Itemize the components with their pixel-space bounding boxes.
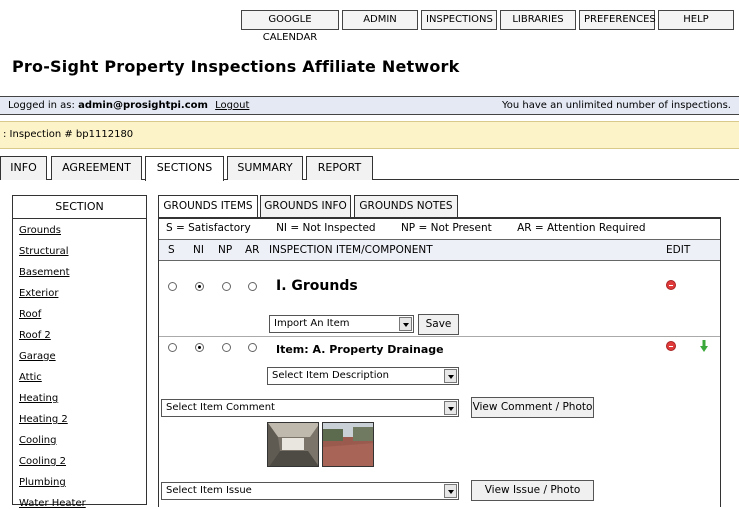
- logout-link[interactable]: Logout: [215, 100, 249, 111]
- preferences-button[interactable]: PREFERENCES: [579, 10, 656, 30]
- legend-satisfactory: S = Satisfactory: [166, 222, 251, 234]
- item-name: Item: A. Property Drainage: [276, 343, 444, 356]
- item-rating-ni-radio[interactable]: [195, 343, 204, 352]
- chevron-down-icon: [444, 484, 457, 498]
- delete-icon[interactable]: [666, 341, 676, 351]
- sidebar-item-cooling[interactable]: Cooling: [19, 435, 56, 446]
- section-name: I. Grounds: [276, 278, 358, 294]
- column-component: INSPECTION ITEM/COMPONENT: [269, 244, 433, 256]
- item-issue-select-value: Select Item Issue: [166, 485, 252, 496]
- item-issue-select[interactable]: Select Item Issue: [161, 482, 459, 500]
- column-ni: NI: [193, 244, 204, 256]
- item-comment-select-value: Select Item Comment: [166, 402, 275, 413]
- login-info: Logged in as: admin@prosightpi.com Logou…: [8, 97, 249, 114]
- column-np: NP: [218, 244, 233, 256]
- item-rating-ar-radio[interactable]: [248, 343, 257, 352]
- view-issue-photo-button[interactable]: View Issue / Photo: [471, 480, 594, 501]
- sidebar-item-exterior[interactable]: Exterior: [19, 288, 58, 299]
- section-sidebar: SECTION Grounds Structural Basement Exte…: [12, 195, 147, 509]
- section-rating-ni-radio[interactable]: [195, 282, 204, 291]
- section-rating-s-radio[interactable]: [168, 282, 177, 291]
- delete-icon[interactable]: [666, 280, 676, 290]
- tab-sections[interactable]: SECTIONS: [145, 156, 224, 181]
- help-button[interactable]: HELP: [658, 10, 734, 30]
- item-description-select[interactable]: Select Item Description: [267, 367, 459, 385]
- legend-not-inspected: NI = Not Inspected: [276, 222, 376, 234]
- sidebar-item-cooling-2[interactable]: Cooling 2: [19, 456, 66, 467]
- google-calendar-button[interactable]: GOOGLE CALENDAR: [241, 10, 339, 43]
- rating-legend: S = Satisfactory NI = Not Inspected NP =…: [166, 222, 668, 234]
- section-rating-np-radio[interactable]: [222, 282, 231, 291]
- sidebar-item-garage[interactable]: Garage: [19, 351, 56, 362]
- sidebar-item-heating[interactable]: Heating: [19, 393, 58, 404]
- item-rating-s-radio[interactable]: [168, 343, 177, 352]
- item-rating-np-radio[interactable]: [222, 343, 231, 352]
- tab-grounds-info[interactable]: GROUNDS INFO: [260, 195, 351, 218]
- tab-grounds-notes[interactable]: GROUNDS NOTES: [354, 195, 458, 218]
- sidebar-item-plumbing[interactable]: Plumbing: [19, 477, 66, 488]
- row-divider: [159, 336, 720, 337]
- tab-grounds-items[interactable]: GROUNDS ITEMS: [158, 195, 258, 218]
- admin-button[interactable]: ADMIN: [342, 10, 418, 30]
- page-title: Pro-Sight Property Inspections Affiliate…: [12, 57, 460, 76]
- import-item-select-value: Import An Item: [274, 318, 350, 329]
- legend-attention-required: AR = Attention Required: [517, 222, 646, 234]
- comment-photo-thumbnail-2[interactable]: [322, 422, 374, 467]
- move-down-icon[interactable]: [700, 340, 708, 352]
- sidebar-header: SECTION: [13, 196, 146, 219]
- sidebar-item-water-heater[interactable]: Water Heater: [19, 498, 86, 509]
- tab-agreement[interactable]: AGREEMENT: [51, 156, 142, 180]
- section-rating-ar-radio[interactable]: [248, 282, 257, 291]
- view-comment-photo-button[interactable]: View Comment / Photo: [471, 397, 594, 418]
- legend-not-present: NP = Not Present: [400, 222, 492, 234]
- login-bar: Logged in as: admin@prosightpi.com Logou…: [0, 96, 739, 115]
- column-headers: S NI NP AR INSPECTION ITEM/COMPONENT EDI…: [159, 239, 720, 261]
- item-comment-select[interactable]: Select Item Comment: [161, 399, 459, 417]
- chevron-down-icon: [399, 317, 412, 331]
- column-edit: EDIT: [666, 244, 691, 256]
- column-s: S: [168, 244, 175, 256]
- tab-summary[interactable]: SUMMARY: [227, 156, 303, 180]
- top-navigation: GOOGLE CALENDAR ADMIN INSPECTIONS LIBRAR…: [241, 10, 734, 43]
- chevron-down-icon: [444, 401, 457, 415]
- tab-report[interactable]: REPORT: [306, 156, 373, 180]
- import-item-select[interactable]: Import An Item: [269, 315, 414, 333]
- inspections-button[interactable]: INSPECTIONS: [421, 10, 497, 30]
- save-button[interactable]: Save: [418, 314, 459, 335]
- sidebar-item-roof[interactable]: Roof: [19, 309, 41, 320]
- main-tabs: INFO AGREEMENT SECTIONS SUMMARY REPORT: [0, 156, 739, 181]
- item-description-select-value: Select Item Description: [272, 370, 389, 381]
- comment-photo-thumbnail-1[interactable]: [267, 422, 319, 467]
- sidebar-item-structural[interactable]: Structural: [19, 246, 69, 257]
- login-prefix: Logged in as:: [8, 100, 75, 111]
- column-ar: AR: [245, 244, 260, 256]
- sidebar-item-attic[interactable]: Attic: [19, 372, 42, 383]
- sidebar-item-roof-2[interactable]: Roof 2: [19, 330, 51, 341]
- sidebar-item-heating-2[interactable]: Heating 2: [19, 414, 68, 425]
- sidebar-item-grounds[interactable]: Grounds: [19, 225, 61, 236]
- login-user: admin@prosightpi.com: [78, 100, 208, 111]
- sidebar-item-basement[interactable]: Basement: [19, 267, 70, 278]
- tab-info[interactable]: INFO: [0, 156, 47, 180]
- inspection-number-bar: : Inspection # bp1112180: [0, 121, 739, 149]
- inspection-quota-status: You have an unlimited number of inspecti…: [501, 100, 731, 111]
- libraries-button[interactable]: LIBRARIES: [500, 10, 576, 30]
- chevron-down-icon: [444, 369, 457, 383]
